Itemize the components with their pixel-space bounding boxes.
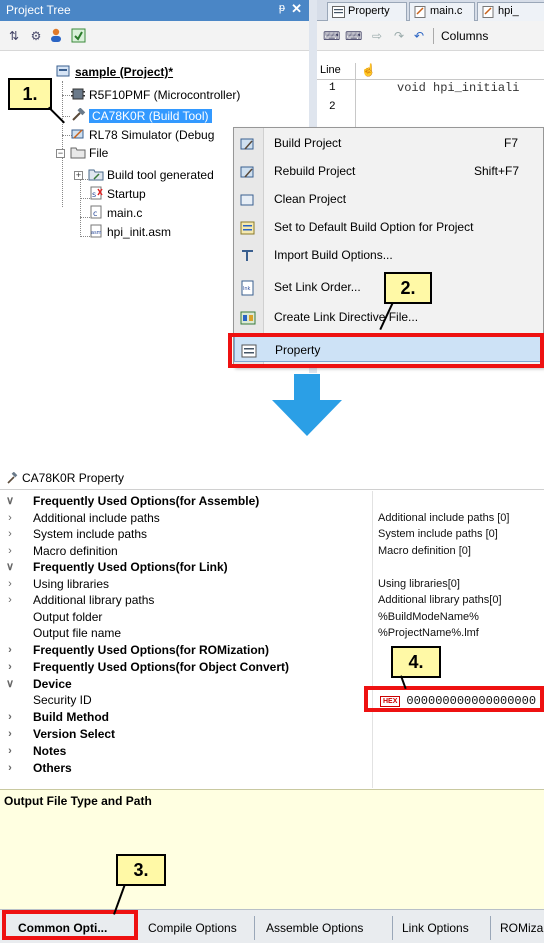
category-version-select[interactable]: › Version Select (0, 726, 544, 742)
rebuild-icon (240, 163, 256, 179)
hammer-icon (70, 107, 86, 122)
tab-link-options[interactable]: Link Options (402, 918, 469, 938)
import-icon (240, 247, 256, 263)
callout-step-4: 4. (391, 646, 441, 678)
project-tree-toolbar: ⇅ ⚙ (0, 21, 309, 51)
tab-property[interactable]: Property (327, 2, 407, 21)
callout-step-2: 2. (384, 272, 432, 304)
tab-hpi[interactable]: hpi_ (477, 2, 544, 21)
menu-item-clean-project[interactable]: Clean Project (234, 186, 543, 212)
gear-icon[interactable]: ⚙ (28, 28, 44, 44)
expand-toggle[interactable]: + (74, 171, 83, 180)
build-icon (240, 135, 256, 151)
property-row[interactable]: Output folder %BuildModeName% (0, 609, 544, 625)
category-object-convert[interactable]: › Frequently Used Options(for Object Conv… (0, 659, 544, 675)
asm-file-icon (482, 6, 495, 18)
asm-file-icon: asm (88, 224, 104, 238)
category-assemble[interactable]: ∨ Frequently Used Options(for Assemble) (0, 493, 544, 509)
hammer-icon (6, 471, 18, 484)
property-row[interactable]: › System include paths System include path… (0, 526, 544, 542)
arrow-down-icon (272, 374, 342, 436)
close-icon[interactable]: ✕ (291, 1, 302, 17)
description-title: Output File Type and Path (4, 794, 152, 808)
property-titlebar: CA78K0R Property (0, 466, 544, 490)
tab-assemble-options[interactable]: Assemble Options (266, 918, 363, 938)
sort-icon[interactable]: ⇅ (6, 28, 22, 44)
tree-item-main-c[interactable]: c main.c (88, 204, 142, 222)
category-others[interactable]: › Others (0, 760, 544, 776)
project-icon (56, 64, 72, 78)
pin-icon[interactable]: ᵽ (279, 2, 285, 14)
category-romization[interactable]: › Frequently Used Options(for ROMization) (0, 642, 544, 658)
callout-step-3: 3. (116, 854, 166, 886)
project-tree-title: Project Tree (6, 3, 71, 17)
property-row[interactable]: › Using libraries Using libraries[0] (0, 576, 544, 592)
chip-icon (70, 87, 86, 101)
property-title: CA78K0R Property (22, 471, 125, 485)
tab-main-c[interactable]: main.c (409, 2, 475, 21)
c-file-icon (414, 6, 427, 18)
bookmark-clear-icon[interactable]: ⌨ (345, 28, 362, 44)
property-icon (332, 6, 345, 18)
tree-item-build-tool[interactable]: CA78K0R (Build Tool) (70, 107, 212, 125)
link-order-icon: lnk (240, 279, 256, 296)
bottom-screenshot: CA78K0R Property ∨ Frequently Used Option… (0, 466, 544, 943)
menu-item-set-default-build-option[interactable]: Set to Default Build Option for Project (234, 214, 543, 240)
default-option-icon (240, 219, 256, 235)
menu-item-import-build-options[interactable]: Import Build Options... (234, 242, 543, 268)
user-icon[interactable] (48, 28, 64, 44)
tree-item-build-tool-generated[interactable]: Build tool generated (88, 166, 214, 184)
editor-header: Line ☝ (317, 63, 544, 80)
description-panel: Output File Type and Path (0, 789, 544, 909)
code-line: void hpi_initiali (397, 81, 520, 95)
editor-tab-bar: Property main.c hpi_ (317, 0, 544, 21)
tree-item-file[interactable]: File (70, 144, 108, 162)
folder-icon (70, 145, 86, 159)
highlight-property (228, 333, 544, 368)
line-number: 1 (329, 82, 336, 94)
property-row[interactable]: › Macro definition Macro definition [0] (0, 543, 544, 559)
line-header: Line (320, 64, 341, 76)
redo-icon[interactable]: ↷ (391, 28, 407, 44)
svg-text:asm: asm (91, 230, 102, 236)
tree-item-hpi-init-asm[interactable]: asm hpi_init.asm (88, 223, 171, 241)
menu-item-rebuild-project[interactable]: Rebuild Project Shift+F7 (234, 158, 543, 184)
top-screenshot: Project Tree ᵽ ✕ ⇅ ⚙ sample (Project)* R… (0, 0, 544, 373)
svg-text:s: s (92, 190, 96, 199)
editor-toolbar: ⌨ ⌨ ⇨ ↷ ↶ Columns (317, 21, 544, 51)
link-directive-icon (240, 309, 256, 325)
context-menu: Build Project F7 Rebuild Project Shift+F… (233, 127, 544, 367)
tree-item-microcontroller[interactable]: R5F10PMF (Microcontroller) (70, 86, 240, 104)
refresh-icon[interactable] (70, 28, 86, 44)
callout-step-1: 1. (8, 78, 52, 110)
c-file-icon: c (88, 205, 104, 219)
menu-item-build-project[interactable]: Build Project F7 (234, 130, 543, 156)
startup-file-icon: s (88, 186, 104, 200)
highlight-security-id (364, 686, 544, 712)
hand-icon: ☝ (361, 63, 376, 77)
category-notes[interactable]: › Notes (0, 743, 544, 759)
project-tree-titlebar: Project Tree ᵽ ✕ (0, 0, 309, 21)
undo-icon[interactable]: ↶ (411, 28, 427, 44)
svg-text:c: c (93, 209, 97, 218)
property-row[interactable]: Output file name %ProjectName%.lmf (0, 625, 544, 641)
line-number: 2 (329, 101, 336, 113)
bookmark-icon[interactable]: ⌨ (323, 28, 340, 44)
category-link[interactable]: ∨ Frequently Used Options(for Link) (0, 559, 544, 575)
columns-button[interactable]: Columns (441, 29, 488, 43)
debug-tool-icon (70, 127, 86, 141)
folder-icon (88, 167, 104, 181)
clean-icon (240, 191, 256, 207)
tree-item-startup[interactable]: s Startup (88, 185, 146, 203)
property-row[interactable]: › Additional library paths Additional libr… (0, 592, 544, 608)
highlight-common-options (2, 910, 138, 940)
tab-romization[interactable]: ROMiza (500, 918, 543, 938)
tab-compile-options[interactable]: Compile Options (148, 918, 237, 938)
svg-text:lnk: lnk (243, 286, 251, 292)
collapse-toggle[interactable]: − (56, 149, 65, 158)
forward-icon[interactable]: ⇨ (369, 28, 385, 44)
property-row[interactable]: › Additional include paths Additional incl… (0, 510, 544, 526)
tree-item-project[interactable]: sample (Project)* (56, 63, 173, 81)
tree-item-simulator[interactable]: RL78 Simulator (Debug (70, 126, 214, 144)
